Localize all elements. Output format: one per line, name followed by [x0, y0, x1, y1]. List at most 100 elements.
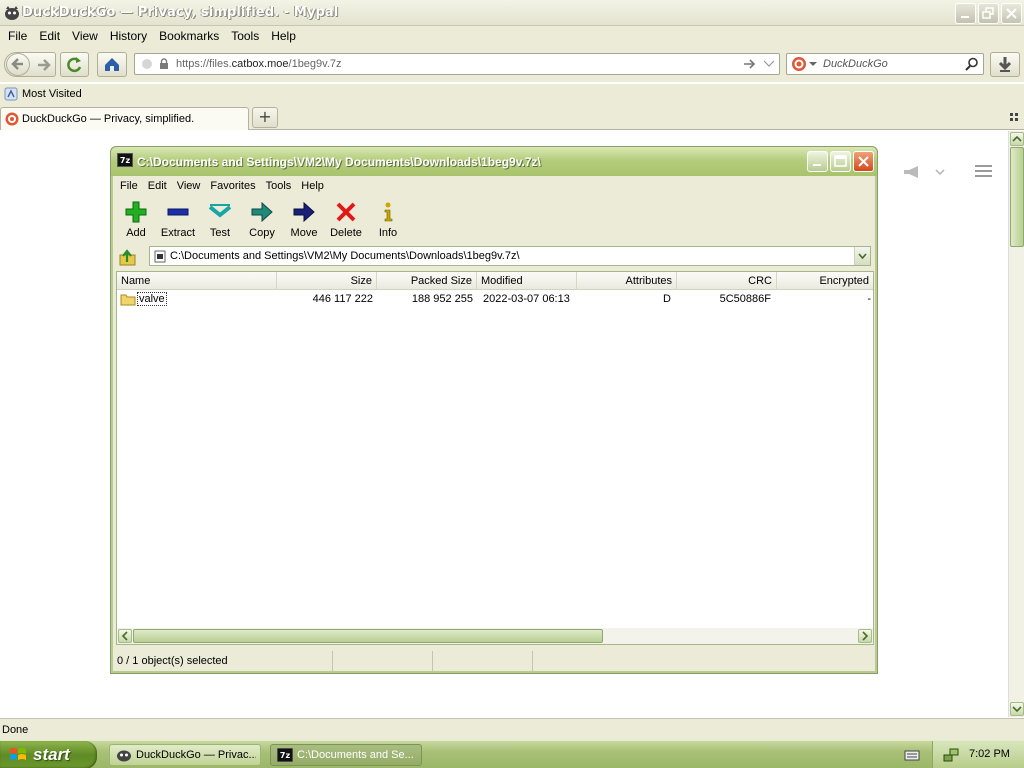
test-button[interactable]: Test — [199, 197, 241, 243]
search-bar[interactable]: DuckDuckGo — [786, 53, 984, 75]
tab-duckduckgo[interactable]: DuckDuckGo — Privacy, simplified. — [0, 107, 249, 130]
sevenzip-file-list[interactable]: Name Size Packed Size Modified Attribute… — [116, 271, 874, 645]
page-vertical-scrollbar[interactable] — [1008, 131, 1024, 717]
copy-button[interactable]: Copy — [241, 197, 283, 243]
browser-restore-button[interactable] — [978, 3, 999, 24]
system-tray: 7:02 PM — [932, 741, 1024, 768]
status-segment-3 — [433, 651, 533, 671]
column-encrypted[interactable]: Encrypted — [777, 272, 873, 290]
menu-file[interactable]: File — [2, 29, 33, 43]
reload-button[interactable] — [60, 52, 89, 77]
archive-file-icon — [154, 250, 166, 263]
column-attributes[interactable]: Attributes — [577, 272, 677, 290]
sevenzip-status-bar: 0 / 1 object(s) selected — [115, 651, 875, 671]
sevenzip-maximize-button[interactable] — [830, 151, 851, 172]
browser-menu-bar: File Edit View History Bookmarks Tools H… — [0, 26, 1024, 46]
taskbar-item-sevenzip[interactable]: 7z C:\Documents and Se... — [270, 744, 422, 766]
sevenzip-menu-tools[interactable]: Tools — [261, 180, 297, 192]
scroll-left-button[interactable] — [118, 629, 132, 643]
keyboard-icon[interactable] — [904, 748, 920, 762]
sevenzip-menu-file[interactable]: File — [115, 180, 143, 192]
menu-tools[interactable]: Tools — [225, 29, 265, 43]
new-tab-button[interactable]: + — [252, 107, 278, 128]
add-button[interactable]: Add — [115, 197, 157, 243]
bookmark-folder-icon — [4, 87, 18, 101]
test-icon — [209, 204, 231, 218]
menu-view[interactable]: View — [66, 29, 104, 43]
path-dropdown-button[interactable] — [854, 247, 870, 265]
clock[interactable]: 7:02 PM — [969, 748, 1010, 760]
menu-bookmarks[interactable]: Bookmarks — [153, 29, 225, 43]
downloads-button[interactable] — [990, 52, 1020, 77]
sevenzip-menu-view[interactable]: View — [172, 180, 206, 192]
taskbar-item-browser[interactable]: DuckDuckGo — Privac... — [109, 744, 261, 766]
sevenzip-menu-favorites[interactable]: Favorites — [205, 180, 260, 192]
back-button[interactable] — [6, 53, 30, 76]
url-bar[interactable]: https://files.catbox.moe/1beg9v.7z — [134, 53, 780, 75]
page-scroll-thumb[interactable] — [1010, 147, 1024, 247]
column-modified[interactable]: Modified — [477, 272, 577, 290]
search-icon[interactable] — [965, 57, 979, 71]
bookmarks-toolbar: Most Visited — [0, 84, 1024, 106]
download-arrow-icon — [998, 57, 1012, 72]
selection-status: 0 / 1 object(s) selected — [115, 651, 333, 671]
column-packed-size[interactable]: Packed Size — [377, 272, 477, 290]
column-name[interactable]: Name — [117, 272, 277, 290]
status-segment-2 — [333, 651, 433, 671]
maximize-icon — [834, 155, 847, 167]
announcement-megaphone-icon[interactable] — [902, 165, 950, 179]
file-list-horizontal-scrollbar[interactable] — [117, 628, 873, 644]
menu-history[interactable]: History — [104, 29, 153, 43]
most-visited-bookmark[interactable]: Most Visited — [4, 87, 82, 101]
up-folder-icon[interactable] — [118, 247, 138, 267]
sevenzip-menu-help[interactable]: Help — [296, 180, 329, 192]
url-dropdown-icon[interactable] — [763, 60, 775, 68]
column-size[interactable]: Size — [277, 272, 377, 290]
row-crc: 5C50886F — [719, 293, 771, 305]
delete-icon — [336, 202, 356, 222]
sevenzip-title-bar[interactable]: 7z C:\Documents and Settings\VM2\My Docu… — [111, 147, 877, 176]
chevron-down-icon — [858, 253, 867, 260]
url-host: catbox.moe — [231, 58, 289, 70]
column-crc[interactable]: CRC — [677, 272, 777, 290]
site-identity-icon[interactable] — [141, 58, 155, 70]
scroll-up-button[interactable] — [1010, 132, 1024, 146]
delete-button[interactable]: Delete — [325, 197, 367, 243]
network-icon[interactable] — [943, 747, 959, 763]
info-button[interactable]: Info — [367, 197, 409, 243]
home-button[interactable] — [97, 52, 127, 77]
menu-edit[interactable]: Edit — [33, 29, 66, 43]
url-text[interactable]: https://files.catbox.moe/1beg9v.7z — [176, 58, 342, 70]
row-size: 446 117 222 — [312, 293, 373, 305]
browser-close-button[interactable] — [1001, 3, 1022, 24]
browser-title-bar[interactable]: DuckDuckGo — Privacy, simplified. - Mypa… — [0, 0, 1024, 26]
tab-list-icon[interactable] — [1010, 113, 1019, 122]
browser-minimize-button[interactable] — [955, 3, 976, 24]
extract-button[interactable]: Extract — [157, 197, 199, 243]
sevenzip-minimize-button[interactable] — [807, 151, 828, 172]
scroll-right-button[interactable] — [858, 629, 872, 643]
table-row[interactable]: valve 446 117 222 188 952 255 2022-03-07… — [117, 291, 873, 308]
file-list-scroll-thumb[interactable] — [133, 629, 603, 643]
menu-help[interactable]: Help — [265, 29, 302, 43]
sevenzip-path-combobox[interactable]: C:\Documents and Settings\VM2\My Documen… — [149, 246, 871, 266]
hamburger-menu-icon[interactable] — [975, 163, 992, 180]
duckduckgo-engine-icon[interactable] — [791, 56, 807, 72]
mypal-app-icon — [117, 750, 131, 762]
restore-icon — [982, 7, 994, 19]
sevenzip-menu-edit[interactable]: Edit — [143, 180, 172, 192]
move-button[interactable]: Move — [283, 197, 325, 243]
sevenzip-address-bar: C:\Documents and Settings\VM2\My Documen… — [115, 245, 875, 269]
sevenzip-close-button[interactable] — [853, 151, 874, 172]
scroll-down-button[interactable] — [1010, 702, 1024, 716]
start-button[interactable]: start — [0, 741, 97, 768]
back-arrow-icon — [11, 58, 23, 70]
scroll-left-arrow-icon — [121, 631, 128, 641]
status-text: Done — [2, 724, 29, 736]
add-icon — [125, 201, 147, 223]
back-forward-group — [4, 52, 56, 77]
engine-dropdown-icon[interactable] — [809, 62, 817, 67]
reload-icon — [67, 57, 82, 73]
forward-arrow-icon[interactable] — [35, 57, 53, 73]
go-arrow-icon[interactable] — [743, 58, 757, 70]
